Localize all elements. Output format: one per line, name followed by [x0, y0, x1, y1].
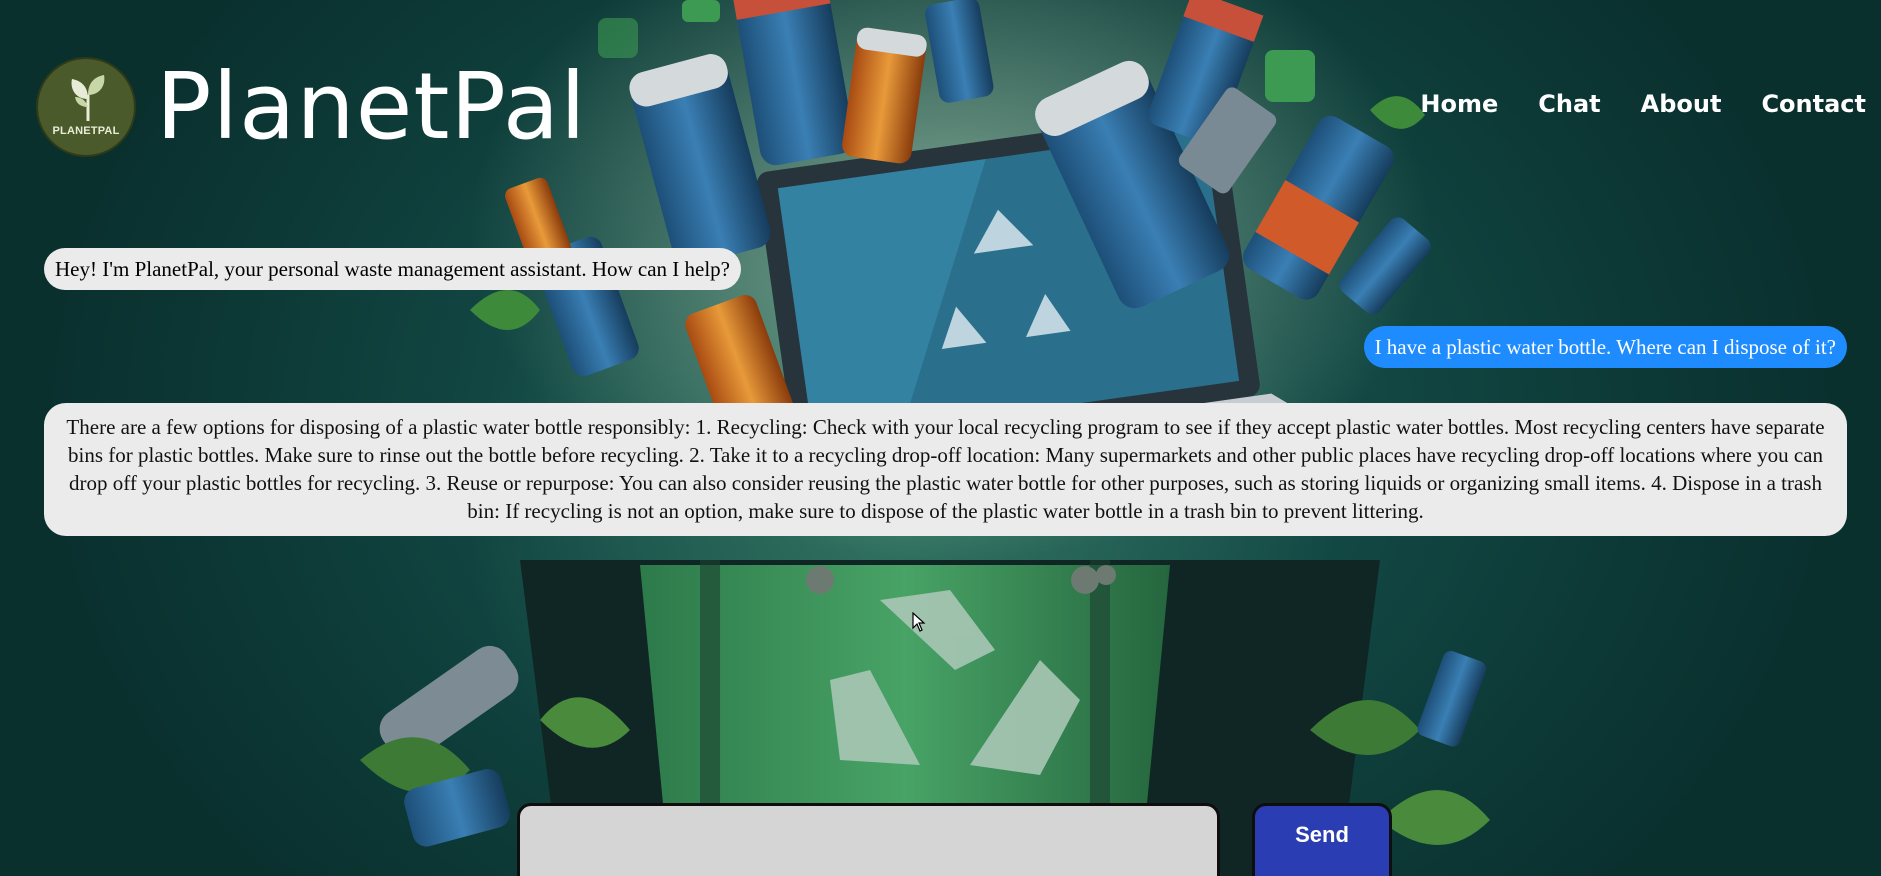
logo-text: PLANETPAL: [52, 125, 120, 137]
user-message: I have a plastic water bottle. Where can…: [1363, 326, 1847, 368]
chat-log[interactable]: Hey! I'm PlanetPal, your personal waste …: [44, 248, 1847, 536]
nav-link-about[interactable]: About: [1641, 90, 1722, 118]
logo[interactable]: PLANETPAL: [36, 57, 136, 157]
assistant-message: Hey! I'm PlanetPal, your personal waste …: [44, 248, 742, 290]
chat-input[interactable]: [517, 803, 1220, 876]
mouse-pointer-icon: [912, 612, 926, 632]
nav-link-chat[interactable]: Chat: [1538, 90, 1600, 118]
nav-link-contact[interactable]: Contact: [1761, 90, 1866, 118]
nav-link-home[interactable]: Home: [1420, 90, 1498, 118]
assistant-message: There are a few options for disposing of…: [44, 403, 1847, 536]
leaf-sprout-icon: [71, 75, 105, 121]
send-button[interactable]: Send: [1252, 803, 1392, 876]
brand-title: PlanetPal: [156, 53, 587, 160]
main-nav: Home Chat About Contact: [1420, 90, 1866, 118]
